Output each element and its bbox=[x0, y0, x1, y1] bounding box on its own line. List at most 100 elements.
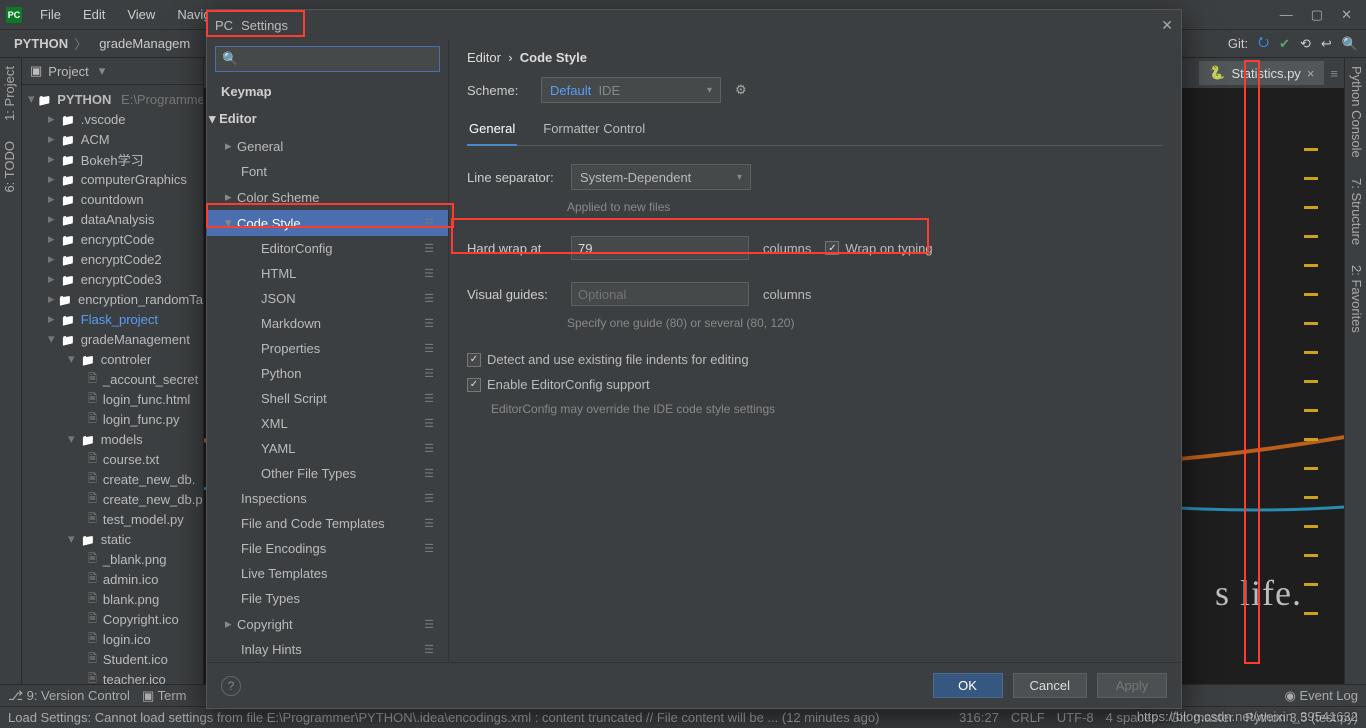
gutter-favorites[interactable]: 2: Favorites bbox=[1347, 265, 1364, 333]
tree-file[interactable]: login.ico bbox=[22, 629, 203, 649]
tool-terminal[interactable]: ▣ Term bbox=[142, 688, 187, 704]
tree-folder[interactable]: ▸encryptCode bbox=[22, 229, 203, 249]
sidebar-codestyle-item[interactable]: JSON☰ bbox=[207, 286, 448, 311]
sidebar-codestyle-item[interactable]: Properties☰ bbox=[207, 336, 448, 361]
tree-file[interactable]: _blank.png bbox=[22, 549, 203, 569]
sidebar-codestyle-item[interactable]: YAML☰ bbox=[207, 436, 448, 461]
tree-flask[interactable]: Flask_project bbox=[81, 312, 158, 327]
settings-search-input[interactable] bbox=[238, 52, 433, 67]
tool-event-log[interactable]: ◉ Event Log bbox=[1284, 688, 1358, 704]
tree-file[interactable]: teacher.ico bbox=[22, 669, 203, 684]
gutter-todo[interactable]: 6: TODO bbox=[2, 141, 19, 193]
tree-folder[interactable]: ▸dataAnalysis bbox=[22, 209, 203, 229]
tree-folder[interactable]: ▸countdown bbox=[22, 189, 203, 209]
sidebar-item[interactable]: Inlay Hints☰ bbox=[207, 637, 448, 662]
tree-file[interactable]: login_func.html bbox=[22, 389, 203, 409]
line-separator-select[interactable]: System-Dependent▾ bbox=[571, 164, 751, 190]
settings-search[interactable]: 🔍 bbox=[215, 46, 440, 72]
tool-version-control[interactable]: ⎇ 9: Version Control bbox=[8, 688, 130, 704]
tree-models[interactable]: models bbox=[101, 432, 143, 447]
tree-controler[interactable]: controler bbox=[101, 352, 152, 367]
tree-file[interactable]: test_model.py bbox=[22, 509, 203, 529]
tree-file[interactable]: admin.ico bbox=[22, 569, 203, 589]
tree-root[interactable]: PYTHON bbox=[57, 92, 111, 107]
project-title[interactable]: Project bbox=[48, 64, 88, 79]
help-icon[interactable]: ? bbox=[221, 676, 241, 696]
tree-folder[interactable]: ▸.vscode bbox=[22, 109, 203, 129]
sidebar-codestyle-item[interactable]: Other File Types☰ bbox=[207, 461, 448, 486]
scheme-select[interactable]: Default IDE ▾ bbox=[541, 77, 721, 103]
sidebar-item[interactable]: Inspections☰ bbox=[207, 486, 448, 511]
breadcrumb-sub[interactable]: gradeManagem bbox=[99, 36, 190, 51]
ok-button[interactable]: OK bbox=[933, 673, 1003, 698]
sidebar-item[interactable]: Live Templates bbox=[207, 561, 448, 586]
wrap-on-typing-checkbox[interactable]: ✓Wrap on typing bbox=[825, 241, 932, 256]
search-icon[interactable]: 🔍 bbox=[1342, 36, 1358, 52]
gutter-pyconsole[interactable]: Python Console bbox=[1347, 66, 1364, 158]
sidebar-item[interactable]: ▸Copyright☰ bbox=[207, 611, 448, 637]
hardwrap-input[interactable] bbox=[571, 236, 749, 260]
sidebar-codestyle-item[interactable]: XML☰ bbox=[207, 411, 448, 436]
status-chip[interactable]: UTF-8 bbox=[1057, 710, 1094, 725]
sidebar-color-scheme[interactable]: ▸Color Scheme bbox=[207, 184, 448, 210]
git-update-icon[interactable]: ⭮ bbox=[1258, 33, 1269, 55]
tree-file[interactable]: Student.ico bbox=[22, 649, 203, 669]
tree-file[interactable]: _account_secret bbox=[22, 369, 203, 389]
tree-folder[interactable]: ▸ACM bbox=[22, 129, 203, 149]
tree-static[interactable]: static bbox=[101, 532, 131, 547]
breadcrumb-root[interactable]: PYTHON bbox=[14, 36, 68, 51]
sidebar-code-style[interactable]: ▾Code Style☰ bbox=[207, 210, 448, 236]
gutter-structure[interactable]: 7: Structure bbox=[1347, 178, 1364, 245]
tree-grade[interactable]: gradeManagement bbox=[81, 332, 190, 347]
close-dialog-icon[interactable]: ✕ bbox=[1161, 17, 1173, 34]
tab-formatter-control[interactable]: Formatter Control bbox=[541, 113, 647, 145]
maximize-icon[interactable]: ▢ bbox=[1311, 7, 1323, 23]
crumb-editor[interactable]: Editor bbox=[467, 50, 501, 65]
tree-file[interactable]: blank.png bbox=[22, 589, 203, 609]
tree-file[interactable]: create_new_db. bbox=[22, 469, 203, 489]
sidebar-codestyle-item[interactable]: EditorConfig☰ bbox=[207, 236, 448, 261]
tree-folder[interactable]: ▸computerGraphics bbox=[22, 169, 203, 189]
close-window-icon[interactable]: ✕ bbox=[1341, 7, 1352, 23]
git-revert-icon[interactable]: ↩ bbox=[1321, 36, 1332, 52]
tree-folder[interactable]: ▸encryption_randomTa bbox=[22, 289, 203, 309]
menu-file[interactable]: File bbox=[30, 3, 71, 26]
gear-icon[interactable]: ⚙ bbox=[735, 82, 747, 98]
sidebar-font[interactable]: Font bbox=[207, 159, 448, 184]
tree-file[interactable]: Copyright.ico bbox=[22, 609, 203, 629]
sidebar-codestyle-item[interactable]: Markdown☰ bbox=[207, 311, 448, 336]
menu-edit[interactable]: Edit bbox=[73, 3, 115, 26]
tab-more-icon[interactable]: ≡ bbox=[1330, 66, 1338, 81]
detect-indents-checkbox[interactable]: ✓Detect and use existing file indents fo… bbox=[467, 352, 749, 367]
git-commit-icon[interactable]: ✔ bbox=[1279, 36, 1290, 52]
gutter-project[interactable]: 1: Project bbox=[2, 66, 19, 121]
sidebar-codestyle-item[interactable]: HTML☰ bbox=[207, 261, 448, 286]
git-history-icon[interactable]: ⟲ bbox=[1300, 36, 1311, 52]
cancel-button[interactable]: Cancel bbox=[1013, 673, 1087, 698]
editor-tab[interactable]: 🐍 Statistics.py × bbox=[1199, 61, 1324, 85]
status-chip[interactable]: CRLF bbox=[1011, 710, 1045, 725]
editorconfig-checkbox[interactable]: ✓Enable EditorConfig support bbox=[467, 377, 650, 392]
close-tab-icon[interactable]: × bbox=[1307, 66, 1315, 81]
sidebar-item[interactable]: File and Code Templates☰ bbox=[207, 511, 448, 536]
tree-file[interactable]: login_func.py bbox=[22, 409, 203, 429]
sidebar-general[interactable]: ▸General bbox=[207, 133, 448, 159]
tree-folder[interactable]: ▸encryptCode3 bbox=[22, 269, 203, 289]
tree-file[interactable]: course.txt bbox=[22, 449, 203, 469]
tree-folder[interactable]: ▸Bokeh学习 bbox=[22, 149, 203, 169]
minimize-icon[interactable]: — bbox=[1280, 7, 1293, 23]
sidebar-codestyle-item[interactable]: Shell Script☰ bbox=[207, 386, 448, 411]
sidebar-keymap[interactable]: Keymap bbox=[207, 78, 448, 105]
tab-general[interactable]: General bbox=[467, 113, 517, 146]
visual-guides-input[interactable] bbox=[571, 282, 749, 306]
menu-view[interactable]: View bbox=[117, 3, 165, 26]
sidebar-item[interactable]: File Encodings☰ bbox=[207, 536, 448, 561]
chevron-down-icon[interactable]: ▾ bbox=[99, 63, 106, 79]
sidebar-codestyle-item[interactable]: Python☰ bbox=[207, 361, 448, 386]
sidebar-editor[interactable]: ▾ Editor bbox=[207, 105, 448, 133]
tree-file[interactable]: create_new_db.p bbox=[22, 489, 203, 509]
sidebar-item[interactable]: File Types bbox=[207, 586, 448, 611]
tree-folder[interactable]: ▸encryptCode2 bbox=[22, 249, 203, 269]
status-chip[interactable]: 316:27 bbox=[959, 710, 999, 725]
apply-button[interactable]: Apply bbox=[1097, 673, 1167, 698]
